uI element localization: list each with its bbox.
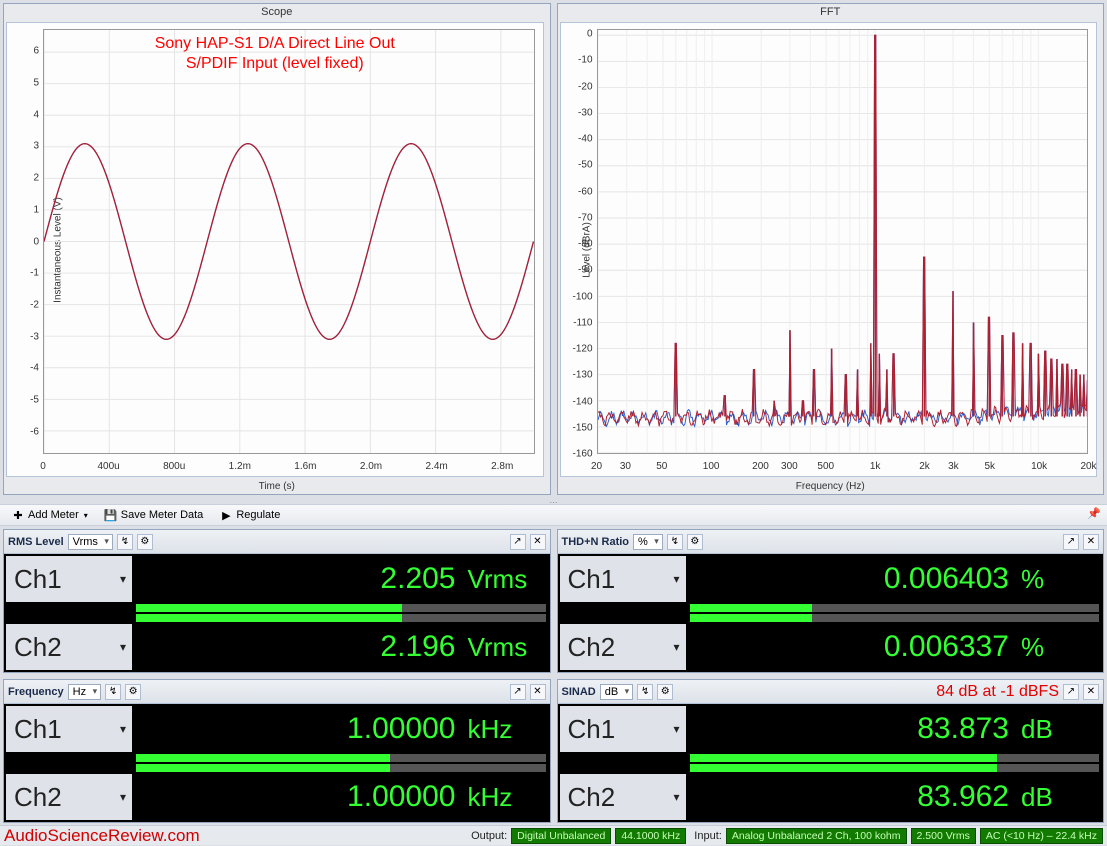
ch1-bar bbox=[136, 754, 546, 762]
ch2-value: 1.00000 bbox=[347, 780, 455, 814]
popout-icon[interactable]: ↗ bbox=[510, 684, 526, 700]
ch2-value: 2.196 bbox=[380, 630, 455, 664]
channel-label[interactable]: Ch1▾ bbox=[6, 706, 134, 752]
unit-select[interactable]: Hz bbox=[68, 684, 101, 700]
close-icon[interactable]: ✕ bbox=[1083, 534, 1099, 550]
ch2-unit: kHz bbox=[468, 782, 538, 813]
channel-label[interactable]: Ch2▾ bbox=[560, 624, 688, 670]
chevron-down-icon: ▾ bbox=[120, 722, 126, 736]
chevron-down-icon: ▾ bbox=[673, 722, 679, 736]
meter-rms: RMS Level Vrms ↯ ⚙ ↗ ✕ Ch1▾ 2.205 Vrms Ch… bbox=[3, 529, 551, 673]
meter-title: SINAD bbox=[562, 686, 596, 698]
output-rate-chip: 44.1000 kHz bbox=[615, 828, 686, 844]
meter-freq: Frequency Hz ↯ ⚙ ↗ ✕ Ch1▾ 1.00000 kHz Ch2… bbox=[3, 679, 551, 823]
ch2-bar bbox=[690, 614, 1100, 622]
scope-xlabel: Time (s) bbox=[4, 479, 550, 494]
chevron-down-icon: ▾ bbox=[673, 640, 679, 654]
ch2-unit: dB bbox=[1021, 782, 1091, 813]
channel-label[interactable]: Ch1▾ bbox=[6, 556, 134, 602]
output-label: Output: bbox=[471, 830, 507, 842]
add-meter-button[interactable]: ✚Add Meter▾ bbox=[4, 506, 95, 524]
input-bw-chip: AC (<10 Hz) – 22.4 kHz bbox=[980, 828, 1103, 844]
settings-gear-icon[interactable]: ⚙ bbox=[125, 684, 141, 700]
graph-mode-icon[interactable]: ↯ bbox=[637, 684, 653, 700]
settings-gear-icon[interactable]: ⚙ bbox=[137, 534, 153, 550]
ch2-unit: % bbox=[1021, 632, 1091, 663]
chevron-down-icon: ▾ bbox=[673, 572, 679, 586]
input-range-chip: 2.500 Vrms bbox=[911, 828, 976, 844]
graph-mode-icon[interactable]: ↯ bbox=[117, 534, 133, 550]
ch1-unit: % bbox=[1021, 564, 1091, 595]
brand-watermark: AudioScienceReview.com bbox=[4, 826, 200, 846]
ch2-bar bbox=[136, 614, 546, 622]
ch1-value: 83.873 bbox=[917, 712, 1009, 746]
close-icon[interactable]: ✕ bbox=[530, 534, 546, 550]
scope-plot[interactable]: Instantaneous Level (V) Sony HAP-S1 D/A … bbox=[6, 22, 544, 477]
meter-title: THD+N Ratio bbox=[562, 536, 630, 548]
channel-label[interactable]: Ch2▾ bbox=[6, 774, 134, 820]
ch1-bar bbox=[136, 604, 546, 612]
input-type-chip: Analog Unbalanced 2 Ch, 100 kohm bbox=[726, 828, 907, 844]
ch2-unit: Vrms bbox=[468, 632, 538, 663]
popout-icon[interactable]: ↗ bbox=[1063, 684, 1079, 700]
channel-label[interactable]: Ch1▾ bbox=[560, 556, 688, 602]
play-icon: ▶ bbox=[219, 508, 233, 522]
input-label: Input: bbox=[694, 830, 722, 842]
ch1-unit: dB bbox=[1021, 714, 1091, 745]
settings-gear-icon[interactable]: ⚙ bbox=[657, 684, 673, 700]
ch1-unit: kHz bbox=[468, 714, 538, 745]
graph-mode-icon[interactable]: ↯ bbox=[105, 684, 121, 700]
scope-annotation-line2: S/PDIF Input (level fixed) bbox=[186, 55, 364, 73]
scope-panel: Scope Instantaneous Level (V) Sony HAP-S… bbox=[3, 3, 551, 495]
meter-toolbar: ✚Add Meter▾ 💾Save Meter Data ▶Regulate 📌 bbox=[0, 504, 1107, 526]
chevron-down-icon: ▾ bbox=[120, 640, 126, 654]
popout-icon[interactable]: ↗ bbox=[1063, 534, 1079, 550]
ch2-value: 83.962 bbox=[917, 780, 1009, 814]
graph-mode-icon[interactable]: ↯ bbox=[667, 534, 683, 550]
popout-icon[interactable]: ↗ bbox=[510, 534, 526, 550]
meter-title: RMS Level bbox=[8, 536, 64, 548]
ch1-unit: Vrms bbox=[468, 564, 538, 595]
meter-title: Frequency bbox=[8, 686, 64, 698]
meter-thdn: THD+N Ratio % ↯ ⚙ ↗ ✕ Ch1▾ 0.006403% Ch2… bbox=[557, 529, 1105, 673]
unit-select[interactable]: dB bbox=[600, 684, 633, 700]
save-meter-button[interactable]: 💾Save Meter Data bbox=[97, 506, 211, 524]
dropdown-caret-icon: ▾ bbox=[84, 511, 88, 520]
settings-gear-icon[interactable]: ⚙ bbox=[687, 534, 703, 550]
ch1-bar bbox=[690, 604, 1100, 612]
meter-sinad: SINAD dB ↯ ⚙ 84 dB at -1 dBFS ↗ ✕ Ch1▾ 8… bbox=[557, 679, 1105, 823]
ch2-bar bbox=[690, 764, 1100, 772]
ch1-value: 2.205 bbox=[380, 562, 455, 596]
scope-title: Scope bbox=[4, 4, 550, 20]
channel-label[interactable]: Ch2▾ bbox=[6, 624, 134, 670]
pin-icon[interactable]: 📌 bbox=[1087, 507, 1103, 523]
ch1-value: 0.006403 bbox=[884, 562, 1009, 596]
channel-label[interactable]: Ch1▾ bbox=[560, 706, 688, 752]
fft-plot[interactable]: Level (dBrA) 2030501002003005001k2k3k5k1… bbox=[560, 22, 1098, 477]
output-type-chip: Digital Unbalanced bbox=[511, 828, 611, 844]
channel-label[interactable]: Ch2▾ bbox=[560, 774, 688, 820]
fft-xlabel: Frequency (Hz) bbox=[558, 479, 1104, 494]
plus-icon: ✚ bbox=[11, 508, 25, 522]
ch1-value: 1.00000 bbox=[347, 712, 455, 746]
sinad-annotation: 84 dB at -1 dBFS bbox=[936, 683, 1059, 701]
close-icon[interactable]: ✕ bbox=[1083, 684, 1099, 700]
unit-select[interactable]: Vrms bbox=[68, 534, 113, 550]
chevron-down-icon: ▾ bbox=[120, 790, 126, 804]
fft-panel: FFT Level (dBrA) 2030501002003005001k2k3… bbox=[557, 3, 1105, 495]
regulate-button[interactable]: ▶Regulate bbox=[212, 506, 287, 524]
fft-title: FFT bbox=[558, 4, 1104, 20]
unit-select[interactable]: % bbox=[633, 534, 663, 550]
scope-annotation-line1: Sony HAP-S1 D/A Direct Line Out bbox=[155, 35, 395, 53]
ch1-bar bbox=[690, 754, 1100, 762]
status-bar: AudioScienceReview.com Output: Digital U… bbox=[0, 825, 1107, 845]
ch2-bar bbox=[136, 764, 546, 772]
save-icon: 💾 bbox=[104, 508, 118, 522]
close-icon[interactable]: ✕ bbox=[530, 684, 546, 700]
chevron-down-icon: ▾ bbox=[673, 790, 679, 804]
ch2-value: 0.006337 bbox=[884, 630, 1009, 664]
chevron-down-icon: ▾ bbox=[120, 572, 126, 586]
